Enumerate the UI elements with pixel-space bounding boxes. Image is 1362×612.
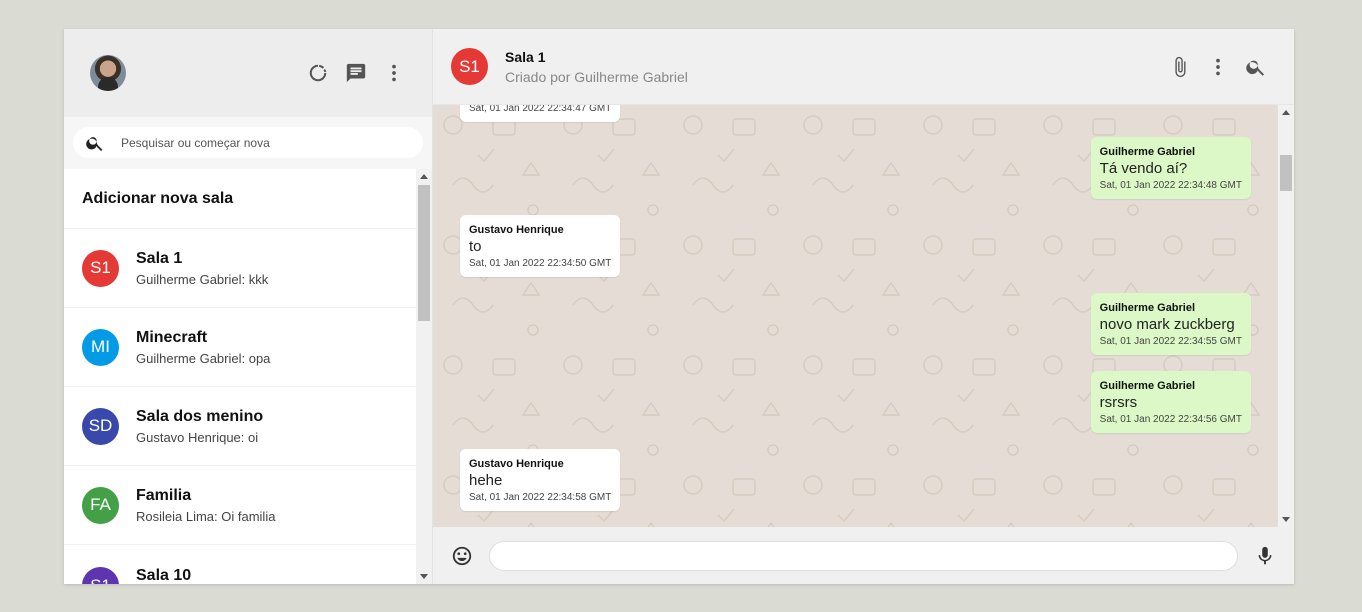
message-time: Sat, 01 Jan 2022 22:34:48 GMT <box>1099 180 1242 191</box>
scroll-thumb[interactable] <box>1280 155 1292 191</box>
new-chat-icon[interactable] <box>344 61 368 85</box>
room-avatar: MI <box>82 328 119 366</box>
sidebar-header <box>64 29 432 117</box>
chat-body: Sat, 01 Jan 2022 22:34:47 GMT Guilherme … <box>433 105 1294 527</box>
search-box <box>73 127 423 158</box>
room-item[interactable]: S1 Sala 10 <box>64 545 416 584</box>
search-container <box>64 117 432 169</box>
user-avatar[interactable] <box>90 55 126 91</box>
scroll-down-arrow-icon[interactable] <box>1282 517 1290 522</box>
chat-subtitle: Criado por Guilherme Gabriel <box>505 68 688 85</box>
room-last-message: Guilherme Gabriel: kkk <box>136 271 269 287</box>
room-last-message: Guilherme Gabriel: opa <box>136 350 271 366</box>
microphone-icon[interactable] <box>1254 545 1276 567</box>
room-name: Sala 10 <box>136 567 192 584</box>
menu-icon[interactable] <box>382 61 406 85</box>
room-avatar: S1 <box>82 567 119 584</box>
message-author: Guilherme Gabriel <box>1099 380 1196 392</box>
message-time: Sat, 01 Jan 2022 22:34:55 GMT <box>1099 336 1242 347</box>
scroll-thumb[interactable] <box>418 185 430 321</box>
chat-search-icon[interactable] <box>1244 55 1268 79</box>
room-last-message: Gustavo Henrique: oi <box>136 429 259 445</box>
message-bubble: Gustavo Henrique to Sat, 01 Jan 2022 22:… <box>460 215 621 277</box>
message-time: Sat, 01 Jan 2022 22:34:56 GMT <box>1099 414 1242 425</box>
room-last-message: Rosileia Lima: Oi familia <box>136 508 276 524</box>
scroll-up-arrow-icon[interactable] <box>420 174 428 179</box>
app-window: Adicionar nova sala S1 Sala 1 Guilherme … <box>64 29 1294 584</box>
chat-menu-icon[interactable] <box>1206 55 1230 79</box>
message-time: Sat, 01 Jan 2022 22:34:58 GMT <box>469 492 612 503</box>
message-text: novo mark zuckberg <box>1099 316 1235 333</box>
message-input[interactable] <box>489 540 1238 571</box>
chat-header: S1 Sala 1 Criado por Guilherme Gabriel <box>433 29 1294 105</box>
room-item[interactable]: FA Familia Rosileia Lima: Oi familia <box>64 466 416 545</box>
message-bubble: Sat, 01 Jan 2022 22:34:47 GMT <box>460 105 621 122</box>
room-name: Familia <box>136 486 192 504</box>
message-author: Gustavo Henrique <box>469 458 564 470</box>
room-avatar: S1 <box>82 249 119 287</box>
message-text: Tá vendo aí? <box>1099 160 1188 177</box>
message-text: rsrsrs <box>1099 394 1138 411</box>
attach-icon[interactable] <box>1168 55 1192 79</box>
room-item[interactable]: S1 Sala 1 Guilherme Gabriel: kkk <box>64 229 416 308</box>
sidebar: Adicionar nova sala S1 Sala 1 Guilherme … <box>64 29 433 584</box>
status-icon[interactable] <box>306 61 330 85</box>
room-name: Minecraft <box>136 328 208 346</box>
emoji-icon[interactable] <box>451 545 473 567</box>
chat-avatar[interactable]: S1 <box>451 48 488 85</box>
message-author: Gustavo Henrique <box>469 224 564 236</box>
message-author: Guilherme Gabriel <box>1099 146 1196 158</box>
message-time: Sat, 01 Jan 2022 22:34:47 GMT <box>469 105 612 114</box>
chat-list: Adicionar nova sala S1 Sala 1 Guilherme … <box>64 169 432 584</box>
chat-panel: S1 Sala 1 Criado por Guilherme Gabriel S… <box>433 29 1294 584</box>
add-room-button[interactable]: Adicionar nova sala <box>64 169 416 229</box>
room-avatar: FA <box>82 486 119 524</box>
scroll-up-arrow-icon[interactable] <box>1282 110 1290 115</box>
sidebar-scrollbar[interactable] <box>416 169 432 584</box>
room-item[interactable]: SD Sala dos menino Gustavo Henrique: oi <box>64 387 416 466</box>
message-time: Sat, 01 Jan 2022 22:34:50 GMT <box>469 258 612 269</box>
message-bubble: Guilherme Gabriel Tá vendo aí? Sat, 01 J… <box>1090 137 1251 199</box>
message-bubble: Gustavo Henrique hehe Sat, 01 Jan 2022 2… <box>460 449 621 511</box>
message-bubble: Guilherme Gabriel novo mark zuckberg Sat… <box>1090 293 1251 355</box>
message-text: to <box>469 238 482 255</box>
message-bubble: Guilherme Gabriel rsrsrs Sat, 01 Jan 202… <box>1090 371 1251 433</box>
room-name: Sala dos menino <box>136 407 264 425</box>
chat-title: Sala 1 <box>505 48 546 65</box>
chat-scrollbar[interactable] <box>1278 105 1294 527</box>
scroll-down-arrow-icon[interactable] <box>420 574 428 579</box>
search-input[interactable] <box>121 135 271 150</box>
messages-list: Sat, 01 Jan 2022 22:34:47 GMT Guilherme … <box>433 105 1278 527</box>
room-item[interactable]: MI Minecraft Guilherme Gabriel: opa <box>64 308 416 387</box>
message-author: Guilherme Gabriel <box>1099 302 1196 314</box>
room-name: Sala 1 <box>136 249 183 267</box>
chat-footer <box>433 527 1294 584</box>
search-icon <box>86 136 103 151</box>
room-avatar: SD <box>82 407 119 445</box>
message-text: hehe <box>469 472 503 489</box>
